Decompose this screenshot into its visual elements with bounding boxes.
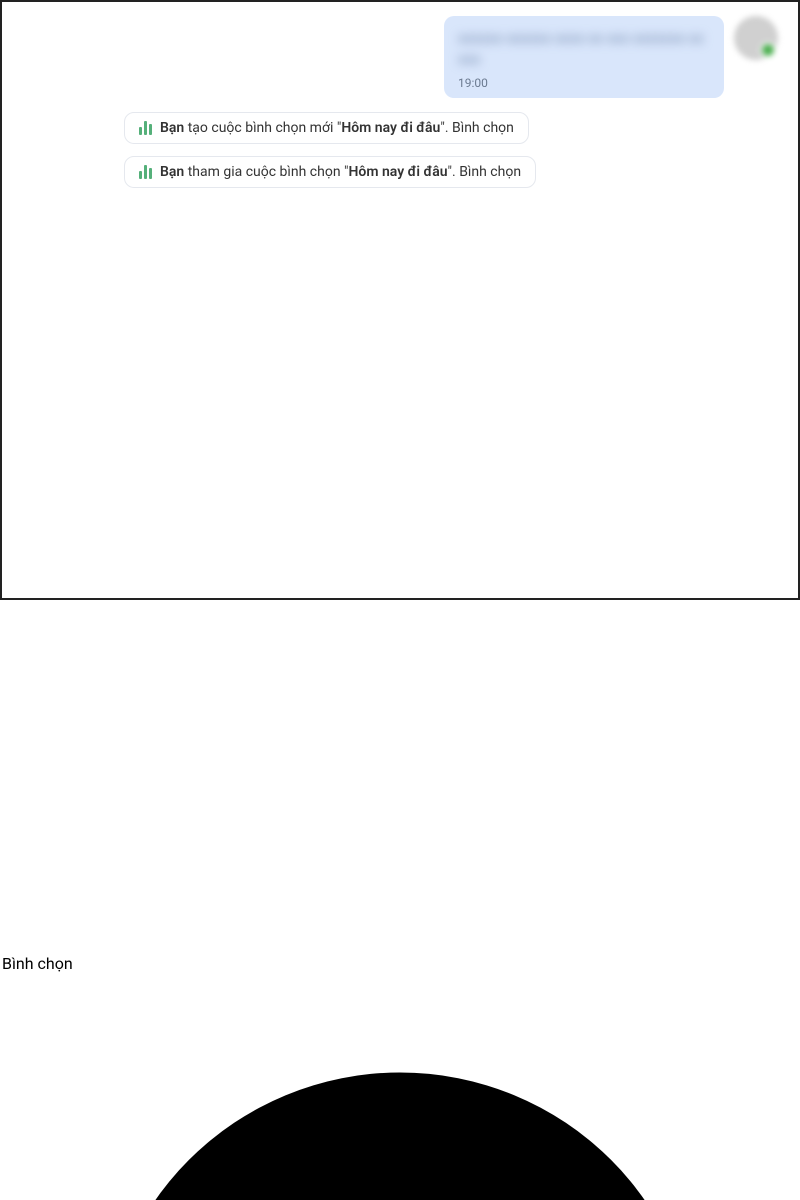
system-message: Bạn tạo cuộc bình chọn mới "Hôm nay đi đ… [124,112,529,144]
system-msg-prefix: Bạn [160,164,188,180]
menu-item-label: Bình chọn [2,954,73,973]
incoming-timestamp: 19:00 [458,76,710,90]
incoming-bubble[interactable]: xxxxxx xxxxxx xxxx xx xxx xxxxxxx xx xxx… [444,16,724,98]
system-msg-text: tạo cuộc bình chọn mới [188,120,337,136]
poll-bars-icon [139,121,152,135]
avatar[interactable] [734,16,778,60]
chat-area: xxxxxx xxxxxx xxxx xx xxx xxxxxxx xx xxx… [2,2,798,530]
menu-item-details[interactable]: Xem chi tiết [2,973,798,1200]
system-msg-action-link[interactable]: Bình chọn [452,120,514,136]
system-msg-quoted: Hôm nay đi đâu [349,164,448,180]
system-msg-prefix: Bạn [160,120,188,136]
incoming-text: xxxxxx xxxxxx xxxx xx xxx xxxxxxx xx xxx [458,28,710,70]
system-messages: Bạn tạo cuộc bình chọn mới "Hôm nay đi đ… [124,112,766,200]
poll-bars-icon [139,165,152,179]
system-msg-quoted: Hôm nay đi đâu [341,120,440,136]
bars-icon [2,935,798,954]
system-message: Bạn tham gia cuộc bình chọn "Hôm nay đi … [124,156,536,188]
incoming-message: xxxxxx xxxxxx xxxx xx xxx xxxxxxx xx xxx… [444,16,778,98]
system-msg-text: tham gia cuộc bình chọn [188,164,344,180]
system-msg-action-link[interactable]: Bình chọn [459,164,521,180]
